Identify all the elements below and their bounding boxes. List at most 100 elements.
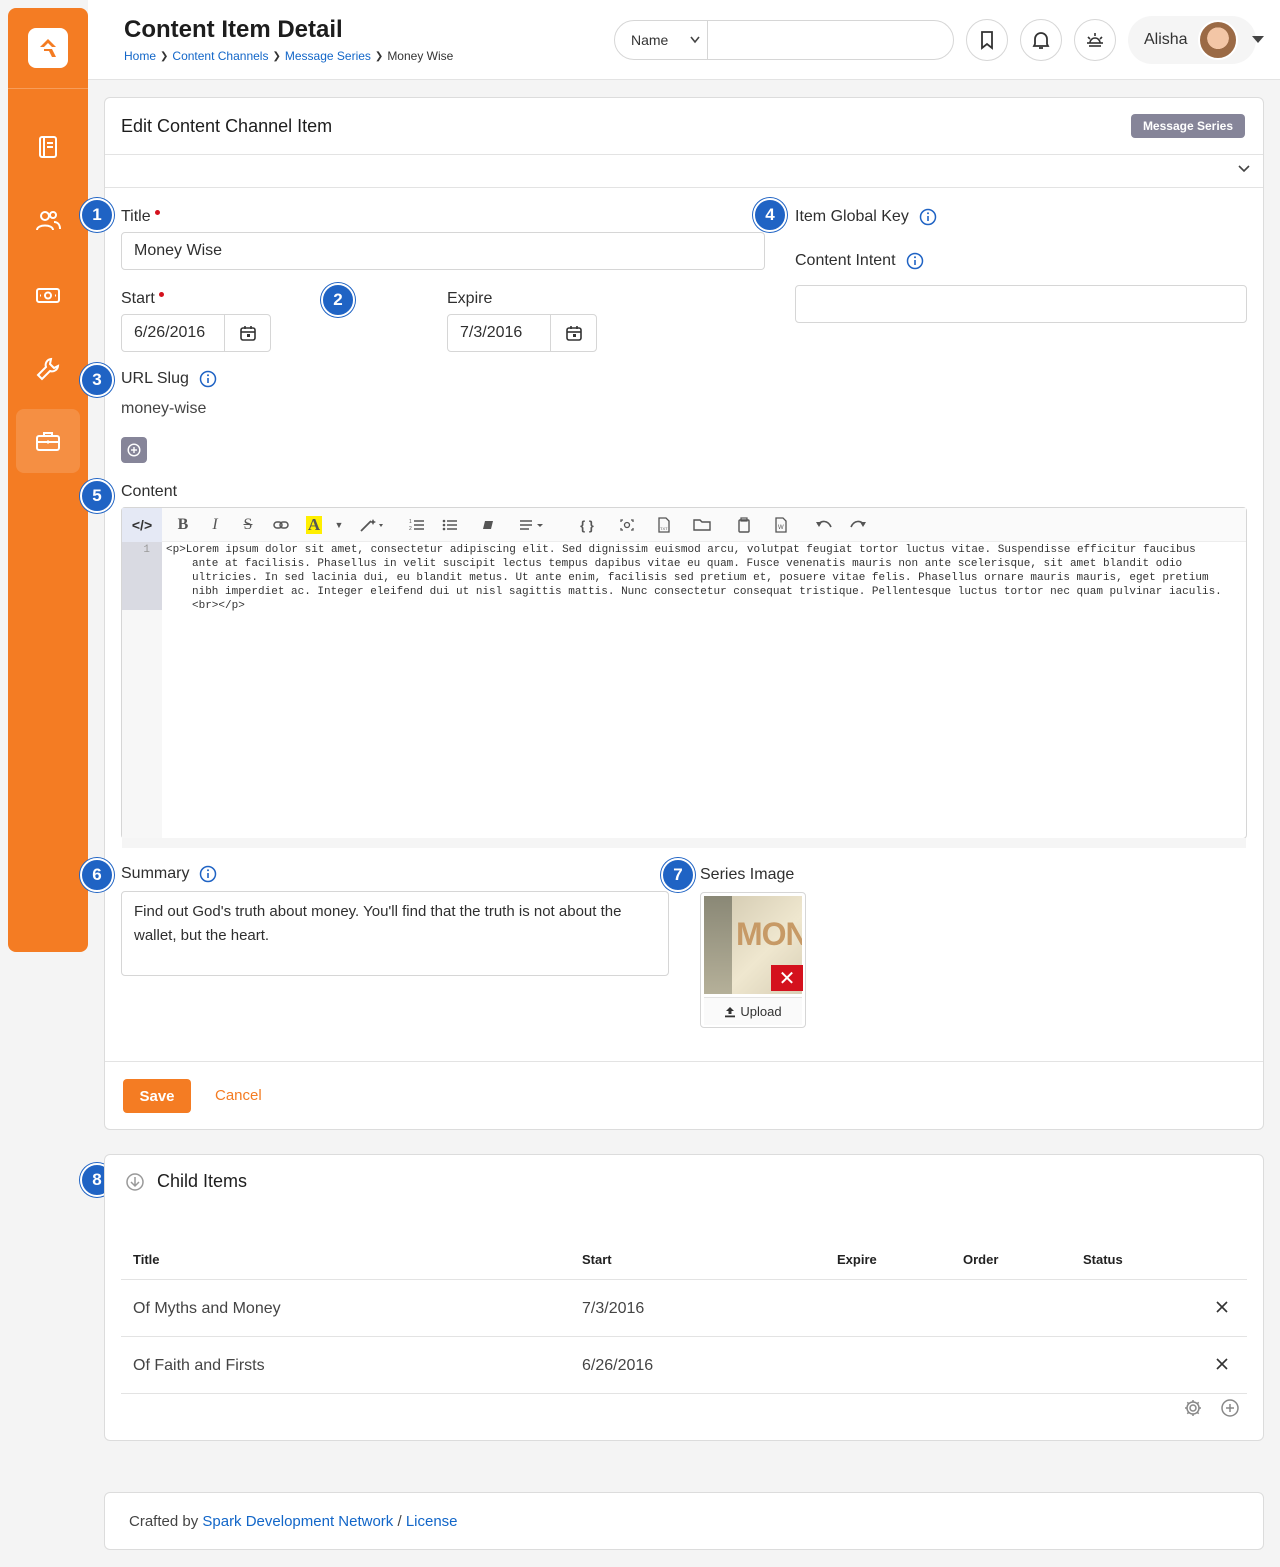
step-marker-5: 5 — [80, 479, 114, 513]
column-header-expire[interactable]: Expire — [837, 1252, 877, 1267]
edit-content-item-card: Edit Content Channel Item Message Series… — [104, 97, 1264, 1130]
add-circle-icon[interactable] — [1220, 1398, 1240, 1418]
merge-field-icon[interactable] — [618, 514, 636, 536]
money-icon[interactable] — [16, 263, 80, 327]
table-row-title[interactable]: Of Faith and Firsts — [133, 1357, 265, 1375]
info-icon[interactable] — [199, 865, 217, 883]
user-menu-caret-icon[interactable] — [1252, 36, 1264, 43]
strikethrough-button[interactable]: S — [239, 514, 257, 536]
title-input[interactable]: Money Wise — [121, 232, 765, 270]
card-title: Edit Content Channel Item — [121, 116, 333, 136]
child-items-header[interactable]: Child Items — [125, 1171, 247, 1192]
text-color-button[interactable]: A — [306, 515, 322, 534]
italic-button[interactable]: I — [206, 514, 224, 536]
expire-date-value[interactable]: 7/3/2016 — [448, 315, 550, 351]
cancel-link[interactable]: Cancel — [215, 1087, 262, 1104]
line-number: 1 — [122, 542, 162, 610]
word-paste-icon[interactable]: W — [773, 514, 789, 536]
step-marker-6: 6 — [80, 858, 114, 892]
table-row-start[interactable]: 7/3/2016 — [582, 1300, 644, 1318]
svg-text:2: 2 — [409, 526, 412, 532]
table-row-start[interactable]: 6/26/2016 — [582, 1357, 653, 1375]
content-intent-input[interactable] — [795, 285, 1247, 323]
user-menu[interactable]: Alisha — [1128, 16, 1256, 64]
redo-icon[interactable] — [848, 514, 868, 536]
info-icon[interactable] — [906, 252, 924, 270]
unordered-list-icon[interactable] — [441, 514, 459, 536]
info-icon[interactable] — [199, 370, 217, 388]
user-name: Alisha — [1144, 31, 1188, 48]
svg-text:TXT: TXT — [660, 526, 668, 531]
align-icon[interactable] — [518, 514, 548, 536]
table-divider — [121, 1336, 1247, 1337]
expire-calendar-button[interactable] — [550, 315, 596, 351]
sun-horizon-icon — [1087, 33, 1103, 47]
footer: Crafted by Spark Development Network / L… — [104, 1492, 1264, 1550]
content-code-text[interactable]: <p>Lorem ipsum dolor sit amet, consectet… — [166, 543, 1226, 613]
table-row-title[interactable]: Of Myths and Money — [133, 1300, 281, 1318]
code-view-button[interactable]: </> — [122, 508, 162, 542]
column-header-title[interactable]: Title — [133, 1252, 160, 1267]
lava-code-button[interactable]: { } — [577, 514, 597, 536]
breadcrumb-home[interactable]: Home — [124, 49, 156, 63]
content-label: Content — [121, 483, 178, 500]
gear-icon[interactable] — [1183, 1398, 1203, 1418]
people-icon[interactable] — [16, 189, 80, 253]
divider — [105, 154, 1263, 155]
calendar-icon — [565, 326, 582, 341]
start-calendar-button[interactable] — [224, 315, 270, 351]
start-date-value[interactable]: 6/26/2016 — [122, 315, 224, 351]
item-global-key-label: Item Global Key — [795, 208, 937, 226]
delete-row-icon[interactable] — [1215, 1357, 1229, 1371]
save-button[interactable]: Save — [123, 1079, 191, 1113]
book-icon[interactable] — [16, 115, 80, 179]
expire-date-picker[interactable]: 7/3/2016 — [447, 314, 597, 352]
footer-slash: / — [397, 1513, 402, 1530]
delete-row-icon[interactable] — [1215, 1300, 1229, 1314]
wrench-icon[interactable] — [16, 337, 80, 401]
content-editor: </> B I S A ▼ 12 { } TXT W 1 <p>Lorem ip… — [121, 507, 1247, 848]
caret-down-icon[interactable]: ▼ — [334, 514, 344, 536]
divider — [105, 1061, 1263, 1062]
chevron-down-icon[interactable] — [1237, 162, 1251, 176]
summary-textarea[interactable]: Find out God's truth about money. You'll… — [121, 891, 669, 976]
column-header-order[interactable]: Order — [963, 1252, 998, 1267]
remove-image-button[interactable]: ✕ — [771, 965, 803, 991]
search-type-select[interactable]: Name — [615, 21, 708, 59]
column-header-status[interactable]: Status — [1083, 1252, 1123, 1267]
magic-wand-icon[interactable] — [358, 514, 386, 536]
child-items-title: Child Items — [157, 1171, 248, 1191]
column-header-start[interactable]: Start — [582, 1252, 612, 1267]
upload-button[interactable]: Upload — [704, 997, 802, 1025]
briefcase-icon[interactable] — [16, 409, 80, 473]
link-icon[interactable] — [271, 514, 291, 536]
svg-text:W: W — [778, 525, 784, 531]
footer-prefix: Crafted by — [129, 1513, 199, 1530]
bold-button[interactable]: B — [174, 514, 192, 536]
breadcrumb-content-channels[interactable]: Content Channels — [172, 49, 268, 63]
rock-logo-icon[interactable] — [28, 28, 68, 68]
caret-down-icon — [690, 36, 700, 44]
start-date-picker[interactable]: 6/26/2016 — [121, 314, 271, 352]
undo-icon[interactable] — [814, 514, 834, 536]
summary-label: Summary — [121, 865, 217, 883]
ordered-list-icon[interactable]: 12 — [408, 514, 426, 536]
license-link[interactable]: License — [406, 1513, 458, 1530]
folder-icon[interactable] — [692, 514, 712, 536]
add-slug-button[interactable] — [121, 437, 147, 463]
breadcrumb-message-series[interactable]: Message Series — [285, 49, 371, 63]
info-icon[interactable] — [919, 208, 937, 226]
txt-file-icon[interactable]: TXT — [655, 514, 673, 536]
theme-toggle-button[interactable] — [1074, 19, 1116, 61]
table-divider — [121, 1279, 1247, 1280]
footer-text: Crafted by Spark Development Network / L… — [129, 1513, 458, 1530]
step-marker-2: 2 — [321, 283, 355, 317]
clipboard-icon[interactable] — [736, 514, 752, 536]
bookmark-button[interactable] — [966, 19, 1008, 61]
upload-icon — [725, 1006, 736, 1017]
spark-link[interactable]: Spark Development Network — [202, 1513, 393, 1530]
notifications-button[interactable] — [1020, 19, 1062, 61]
search-input[interactable] — [708, 21, 953, 59]
eraser-icon[interactable] — [480, 514, 496, 536]
avatar — [1197, 20, 1238, 60]
